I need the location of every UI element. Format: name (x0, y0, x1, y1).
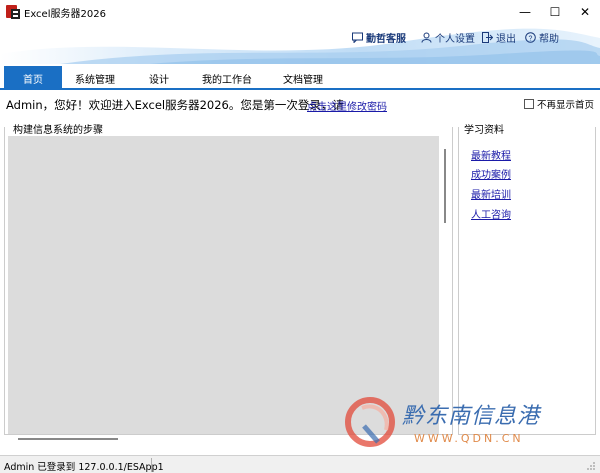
main-tab-bar: 首页 系统管理 设计 我的工作台 文档管理 (0, 64, 600, 90)
dont-show-home-checkbox[interactable]: 不再显示首页 (524, 97, 594, 111)
title-bar: Excel服务器2026 — ☐ ✕ (0, 0, 600, 24)
help-icon: ? (525, 32, 536, 43)
maximize-button[interactable]: ☐ (540, 0, 570, 24)
watermark-logo-icon (345, 397, 395, 447)
app-logo-icon (6, 5, 20, 19)
learning-groupbox-title: 学习资料 (462, 121, 506, 136)
customer-service-link[interactable]: 勤哲客服 (352, 30, 406, 45)
personal-settings-label: 个人设置 (435, 34, 475, 45)
status-bar: Admin 已登录到 127.0.0.1/ESApp1 (0, 455, 600, 473)
user-icon (421, 32, 432, 43)
steps-vertical-scrollbar[interactable] (439, 136, 451, 434)
latest-training-link[interactable]: 最新培训 (471, 186, 511, 201)
tab-my-workbench[interactable]: 我的工作台 (195, 66, 259, 90)
steps-content-area (8, 136, 439, 434)
dont-show-home-label: 不再显示首页 (537, 100, 595, 111)
tab-document-management[interactable]: 文档管理 (272, 66, 334, 90)
login-status-text: Admin 已登录到 127.0.0.1/ESApp1 (4, 462, 164, 473)
status-divider (151, 458, 152, 472)
human-consulting-link[interactable]: 人工咨询 (471, 206, 511, 221)
site-watermark: 黔东南信息港 WWW.QDN.CN (342, 392, 592, 456)
help-label: 帮助 (539, 34, 559, 45)
steps-groupbox-title: 构建信息系统的步骤 (12, 121, 104, 136)
watermark-url: WWW.QDN.CN (414, 432, 524, 445)
help-link[interactable]: ? 帮助 (525, 30, 559, 45)
resize-grip-icon[interactable] (586, 461, 596, 471)
header-banner: 勤哲客服 个人设置 退出 ? 帮助 (0, 24, 600, 64)
logout-label: 退出 (496, 34, 516, 45)
tab-system-management[interactable]: 系统管理 (66, 66, 124, 90)
window-title: Excel服务器2026 (24, 9, 106, 20)
steps-horizontal-scrollbar[interactable] (18, 438, 118, 440)
change-password-link[interactable]: 点击这里修改密码 (307, 98, 387, 113)
success-cases-link[interactable]: 成功案例 (471, 166, 511, 181)
checkbox-box[interactable] (524, 99, 534, 109)
tab-home[interactable]: 首页 (4, 66, 62, 90)
scrollbar-thumb[interactable] (444, 149, 446, 223)
logout-link[interactable]: 退出 (482, 30, 516, 45)
close-button[interactable]: ✕ (570, 0, 600, 24)
watermark-text: 黔东南信息港 (402, 404, 541, 429)
chat-icon (352, 32, 363, 43)
tab-design[interactable]: 设计 (133, 66, 185, 90)
welcome-message: Admin，您好！欢迎进入Excel服务器2026。您是第一次登录，请 (6, 98, 344, 112)
customer-service-label: 勤哲客服 (366, 34, 406, 45)
latest-tutorial-link[interactable]: 最新教程 (471, 147, 511, 162)
minimize-button[interactable]: — (510, 0, 540, 24)
personal-settings-link[interactable]: 个人设置 (421, 30, 475, 45)
svg-text:?: ? (529, 35, 533, 42)
logout-icon (482, 32, 493, 43)
